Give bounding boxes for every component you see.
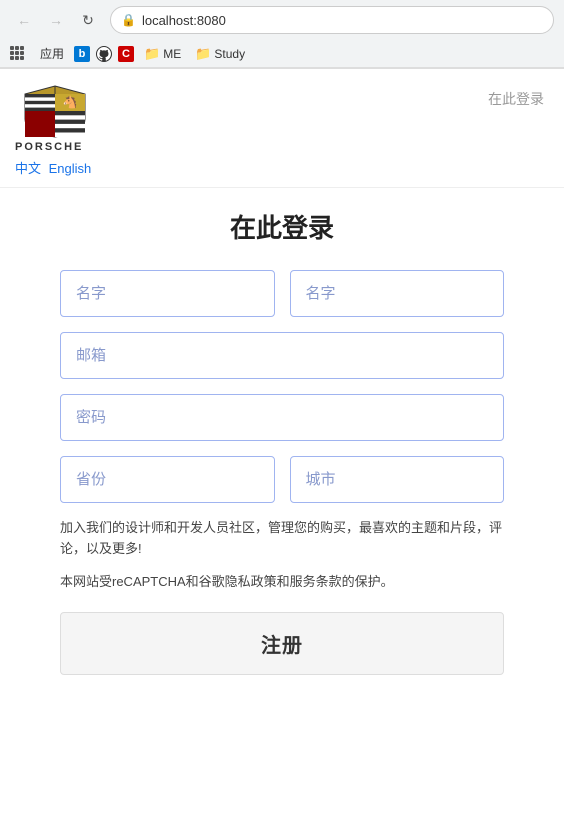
email-input[interactable]: [60, 332, 504, 379]
url-text: localhost:8080: [142, 13, 226, 28]
bookmark-apps-label[interactable]: 应用: [36, 43, 68, 64]
language-selector: 中文 English: [15, 158, 95, 177]
main-content: 在此登录: [0, 188, 564, 705]
city-field: [290, 456, 505, 503]
city-input[interactable]: [290, 456, 505, 503]
reload-button[interactable]: ↻: [74, 6, 102, 34]
me-folder-icon: 📁: [144, 46, 160, 62]
bookmark-bing-icon[interactable]: b: [74, 46, 90, 62]
name-row: [60, 270, 504, 317]
porsche-logo: 🐴: [15, 84, 95, 139]
password-field-wrapper: [60, 394, 504, 441]
study-folder-icon: 📁: [195, 46, 211, 62]
forward-button[interactable]: →: [42, 6, 70, 34]
address-bar[interactable]: 🔒 localhost:8080: [110, 6, 554, 34]
recaptcha-info-text: 本网站受reCAPTCHA和谷歌隐私政策和服务条款的保护。: [60, 572, 504, 593]
lock-icon: 🔒: [121, 13, 136, 27]
location-row: [60, 456, 504, 503]
bookmark-github-icon[interactable]: [96, 46, 112, 62]
porsche-brand-text: PORSCHE: [15, 141, 83, 153]
browser-chrome: ← → ↻ 🔒 localhost:8080 应用 b C 📁 ME 📁: [0, 0, 564, 69]
page-title: 在此登录: [60, 208, 504, 245]
bookmark-study-folder[interactable]: 📁 Study: [191, 44, 249, 64]
first-name-field: [60, 270, 275, 317]
password-row: [60, 394, 504, 441]
bookmark-c-icon[interactable]: C: [118, 46, 134, 62]
bookmarks-bar: 应用 b C 📁 ME 📁 Study: [0, 40, 564, 68]
back-button[interactable]: ←: [10, 6, 38, 34]
me-folder-label: ME: [163, 47, 181, 61]
email-field-wrapper: [60, 332, 504, 379]
password-input[interactable]: [60, 394, 504, 441]
apps-grid-icon[interactable]: [10, 46, 26, 62]
page-content: 🐴 PORSCHE 中文 English 在此登录 在此登录: [0, 69, 564, 705]
nav-buttons: ← → ↻: [10, 6, 102, 34]
bookmark-me-folder[interactable]: 📁 ME: [140, 44, 185, 64]
lang-zh-link[interactable]: 中文: [15, 161, 41, 176]
last-name-field: [290, 270, 505, 317]
first-name-input[interactable]: [60, 270, 275, 317]
browser-toolbar: ← → ↻ 🔒 localhost:8080: [0, 0, 564, 40]
province-input[interactable]: [60, 456, 275, 503]
last-name-input[interactable]: [290, 270, 505, 317]
lang-en-link[interactable]: English: [49, 161, 92, 176]
community-info-text: 加入我们的设计师和开发人员社区，管理您的购买，最喜欢的主题和片段，评论，以及更多…: [60, 518, 504, 560]
svg-text:🐴: 🐴: [63, 95, 78, 109]
header-login-link[interactable]: 在此登录: [488, 89, 544, 109]
study-folder-label: Study: [214, 47, 245, 61]
province-field: [60, 456, 275, 503]
site-header: 🐴 PORSCHE 中文 English 在此登录: [0, 69, 564, 188]
logo-area: 🐴 PORSCHE 中文 English: [15, 84, 95, 177]
submit-button[interactable]: 注册: [60, 612, 504, 675]
email-row: [60, 332, 504, 379]
